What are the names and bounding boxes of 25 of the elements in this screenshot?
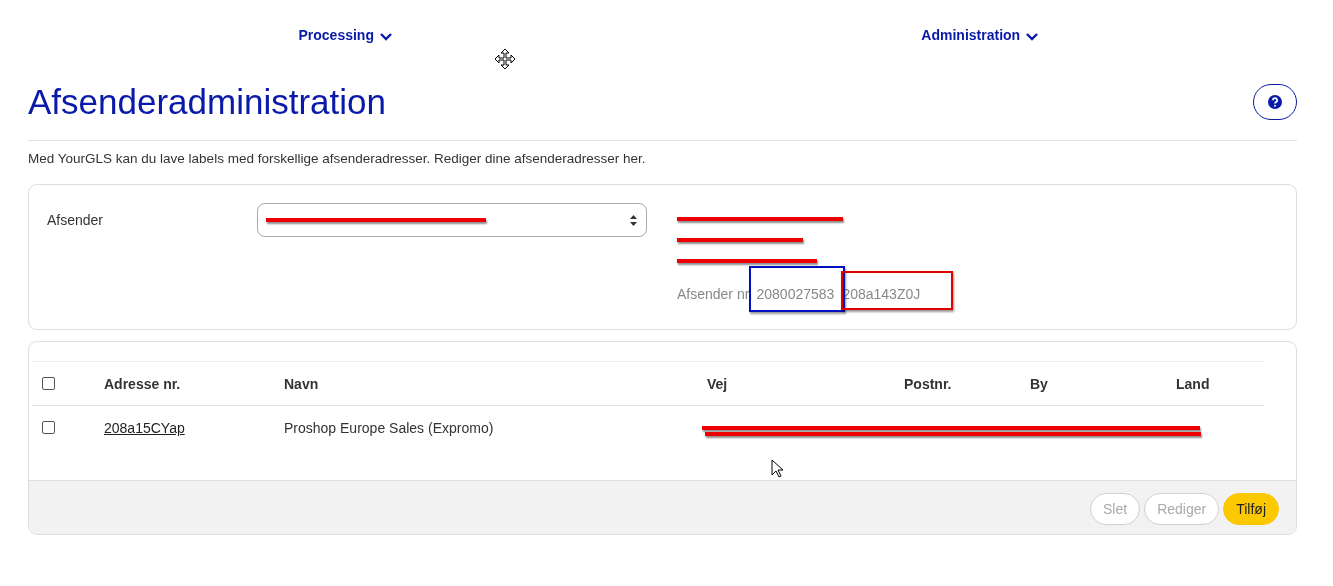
page-title: Afsenderadministration	[28, 81, 386, 123]
column-header: Adresse nr.	[104, 375, 182, 392]
move-cursor-icon	[494, 48, 516, 70]
chevron-down-icon	[380, 33, 392, 41]
column-header: By	[1030, 375, 1049, 392]
add-button[interactable]: Tilføj	[1223, 493, 1279, 525]
column-header: Vej	[707, 375, 729, 392]
chevron-down-icon	[1026, 33, 1039, 41]
column-header: Navn	[284, 375, 320, 392]
column-header: Postnr.	[904, 375, 953, 392]
pointer-cursor-icon	[771, 459, 785, 479]
address-number-link[interactable]: 208a15CYap	[104, 419, 185, 436]
column-header: Land	[1176, 375, 1211, 392]
help-icon	[1268, 95, 1282, 109]
table-cell-text: Proshop Europe Sales (Expromo)	[284, 419, 495, 436]
sender-number: 2080027583	[756, 286, 835, 302]
checkbox[interactable]	[42, 421, 55, 434]
field-label: Afsender	[47, 211, 105, 230]
sort-arrows-icon	[629, 213, 638, 227]
page-description: Med YourGLS kan du lave labels med forskellige afsenderadresser. Rediger dine afsenderadresser her.	[28, 151, 647, 166]
nav-menu[interactable]: Administration	[921, 27, 1039, 74]
help-button[interactable]	[1253, 84, 1297, 120]
sender-select[interactable]	[257, 203, 647, 237]
nav-menu[interactable]: Processing	[298, 27, 392, 74]
checkbox[interactable]	[42, 377, 55, 390]
